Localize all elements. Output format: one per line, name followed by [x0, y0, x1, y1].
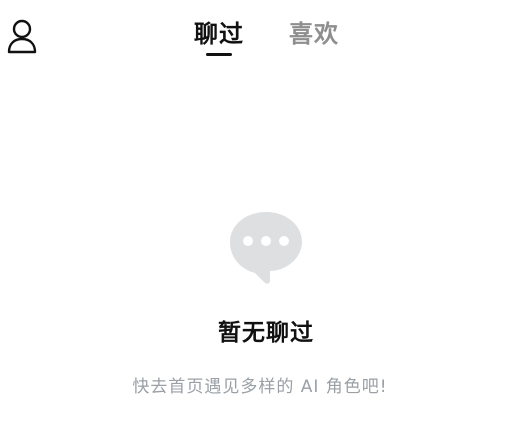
empty-state-subtitle: 快去首页遇见多样的 AI 角色吧! [132, 377, 388, 397]
tab-chats[interactable]: 聊过 [194, 18, 244, 62]
tab-likes-label: 喜欢 [289, 20, 339, 48]
top-bar: 聊过 喜欢 [0, 0, 526, 70]
active-tab-indicator [206, 53, 232, 56]
empty-state: 暂无聊过 快去首页遇见多样的 AI 角色吧! [0, 200, 526, 410]
chat-bubble-icon [230, 212, 302, 284]
tab-likes[interactable]: 喜欢 [289, 18, 339, 62]
tab-chats-label: 聊过 [194, 20, 244, 48]
empty-state-title: 暂无聊过 [218, 320, 314, 346]
tab-bar: 聊过 喜欢 [0, 0, 526, 70]
